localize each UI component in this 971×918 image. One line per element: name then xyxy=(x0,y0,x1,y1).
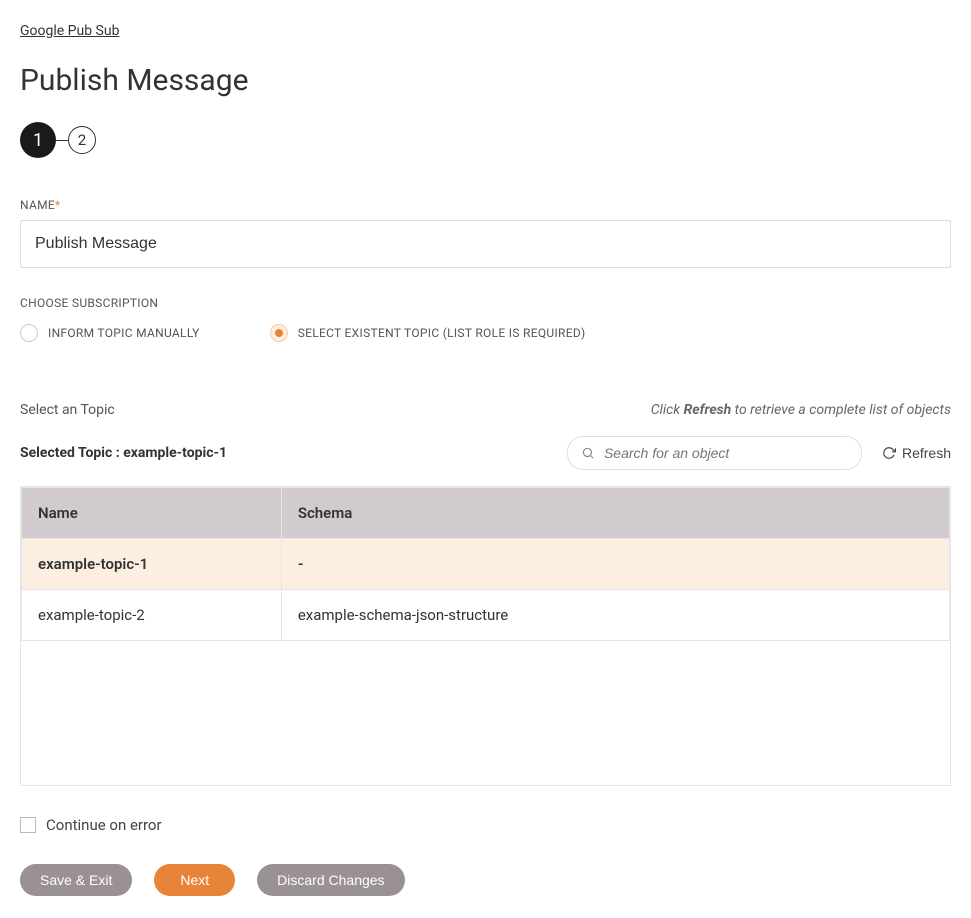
radio-button-icon xyxy=(20,324,38,342)
topics-table: Name Schema example-topic-1 - example-to… xyxy=(21,487,950,641)
topic-header: Select an Topic Click Refresh to retriev… xyxy=(20,402,951,418)
search-row: Selected Topic : example-topic-1 Refresh xyxy=(20,436,951,470)
name-label-text: NAME xyxy=(20,198,55,212)
step-1[interactable]: 1 xyxy=(20,122,56,158)
search-icon xyxy=(581,446,595,460)
name-label: NAME* xyxy=(20,198,951,212)
table-header-schema: Schema xyxy=(281,488,949,539)
select-topic-label: Select an Topic xyxy=(20,402,115,418)
radio-inform-manually[interactable]: INFORM TOPIC MANUALLY xyxy=(20,324,200,342)
continue-on-error-row: Continue on error xyxy=(20,816,951,834)
search-box xyxy=(567,436,862,470)
refresh-hint-prefix: Click xyxy=(651,402,684,418)
cell-schema: example-schema-json-structure xyxy=(281,590,949,641)
radio-select-existent[interactable]: SELECT EXISTENT TOPIC (LIST ROLE IS REQU… xyxy=(270,324,586,342)
radio-group: INFORM TOPIC MANUALLY SELECT EXISTENT TO… xyxy=(20,324,951,342)
refresh-hint: Click Refresh to retrieve a complete lis… xyxy=(651,402,951,418)
continue-on-error-label: Continue on error xyxy=(46,816,162,834)
radio-inform-label: INFORM TOPIC MANUALLY xyxy=(48,326,200,340)
table-row[interactable]: example-topic-1 - xyxy=(22,539,950,590)
radio-select-label: SELECT EXISTENT TOPIC (LIST ROLE IS REQU… xyxy=(298,326,586,340)
cell-name: example-topic-2 xyxy=(22,590,282,641)
save-exit-button[interactable]: Save & Exit xyxy=(20,864,132,896)
refresh-hint-bold: Refresh xyxy=(684,402,732,418)
page-title: Publish Message xyxy=(20,63,951,98)
refresh-button-label: Refresh xyxy=(902,445,951,461)
radio-button-icon xyxy=(270,324,288,342)
selected-topic-label: Selected Topic : example-topic-1 xyxy=(20,445,227,461)
required-asterisk: * xyxy=(55,198,60,212)
breadcrumb-link[interactable]: Google Pub Sub xyxy=(20,23,119,39)
search-input[interactable] xyxy=(567,436,862,470)
cell-name: example-topic-1 xyxy=(22,539,282,590)
name-input[interactable] xyxy=(20,220,951,268)
stepper: 1 2 xyxy=(20,122,951,158)
action-buttons: Save & Exit Next Discard Changes xyxy=(20,864,951,896)
next-button[interactable]: Next xyxy=(154,864,235,896)
refresh-button[interactable]: Refresh xyxy=(882,445,951,461)
refresh-icon xyxy=(882,446,896,460)
continue-on-error-checkbox[interactable] xyxy=(20,817,36,833)
step-connector xyxy=(56,140,68,141)
choose-subscription-label: CHOOSE SUBSCRIPTION xyxy=(20,296,951,310)
refresh-hint-suffix: to retrieve a complete list of objects xyxy=(731,402,951,418)
discard-changes-button[interactable]: Discard Changes xyxy=(257,864,404,896)
table-row[interactable]: example-topic-2 example-schema-json-stru… xyxy=(22,590,950,641)
table-header-name: Name xyxy=(22,488,282,539)
topics-table-container: Name Schema example-topic-1 - example-to… xyxy=(20,486,951,786)
cell-schema: - xyxy=(281,539,949,590)
step-2[interactable]: 2 xyxy=(68,126,96,154)
search-refresh-group: Refresh xyxy=(567,436,951,470)
